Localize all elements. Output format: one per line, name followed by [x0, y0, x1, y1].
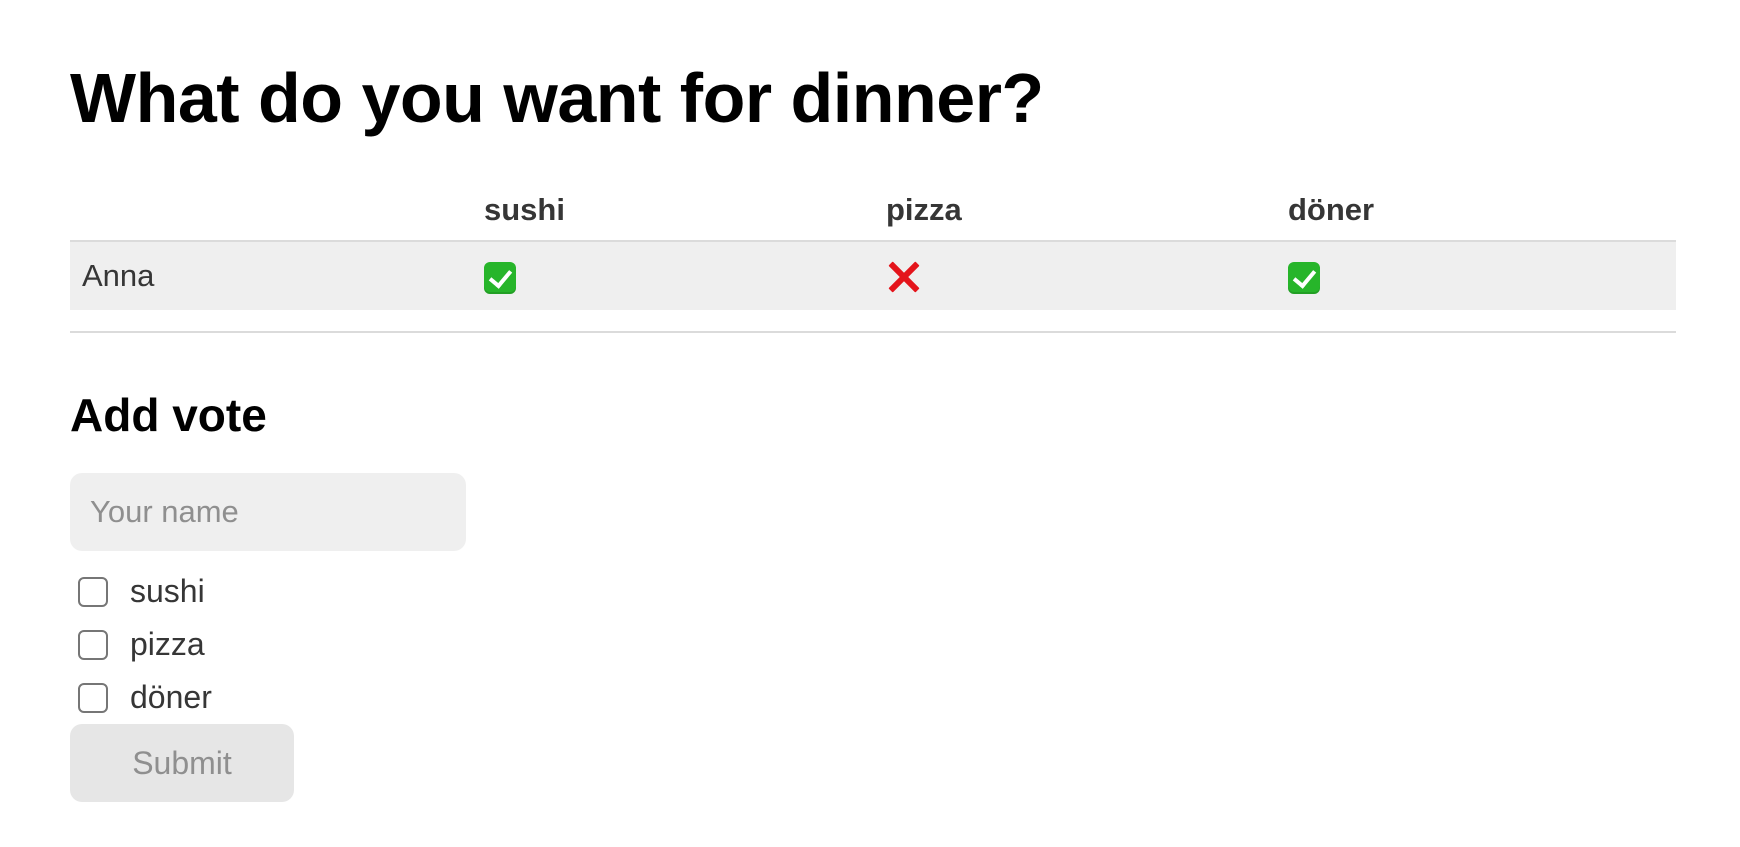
header-option-sushi: sushi — [472, 180, 874, 242]
vote-cell-sushi — [472, 241, 874, 310]
cross-icon — [886, 260, 920, 294]
page-title: What do you want for dinner? — [70, 59, 1044, 137]
table-header-row: sushi pizza döner — [70, 180, 1676, 242]
page: What do you want for dinner? sushi pizza… — [0, 0, 1740, 847]
check-icon — [1288, 261, 1320, 294]
option-label: sushi — [130, 573, 205, 609]
option-checkboxes: sushi pizza döner — [78, 565, 212, 724]
checkbox-sushi[interactable] — [78, 576, 108, 607]
option-sushi[interactable]: sushi — [78, 565, 212, 618]
option-doner[interactable]: döner — [78, 671, 212, 724]
header-option-doner: döner — [1276, 180, 1676, 242]
vote-cell-doner — [1276, 241, 1676, 310]
checkbox-doner[interactable] — [78, 682, 108, 713]
checkbox-pizza[interactable] — [78, 629, 108, 660]
divider — [70, 331, 1676, 333]
submit-button[interactable]: Submit — [70, 724, 294, 802]
header-name — [70, 180, 472, 242]
header-option-pizza: pizza — [874, 180, 1276, 242]
vote-cell-pizza — [874, 241, 1276, 310]
add-vote-heading: Add vote — [70, 389, 267, 441]
name-input[interactable] — [70, 473, 466, 551]
option-label: pizza — [130, 626, 205, 662]
check-icon — [484, 261, 516, 294]
option-label: döner — [130, 679, 212, 715]
voter-name: Anna — [70, 241, 472, 310]
option-pizza[interactable]: pizza — [78, 618, 212, 671]
table-row: Anna — [70, 241, 1676, 310]
results-table: sushi pizza döner Anna — [70, 180, 1676, 310]
